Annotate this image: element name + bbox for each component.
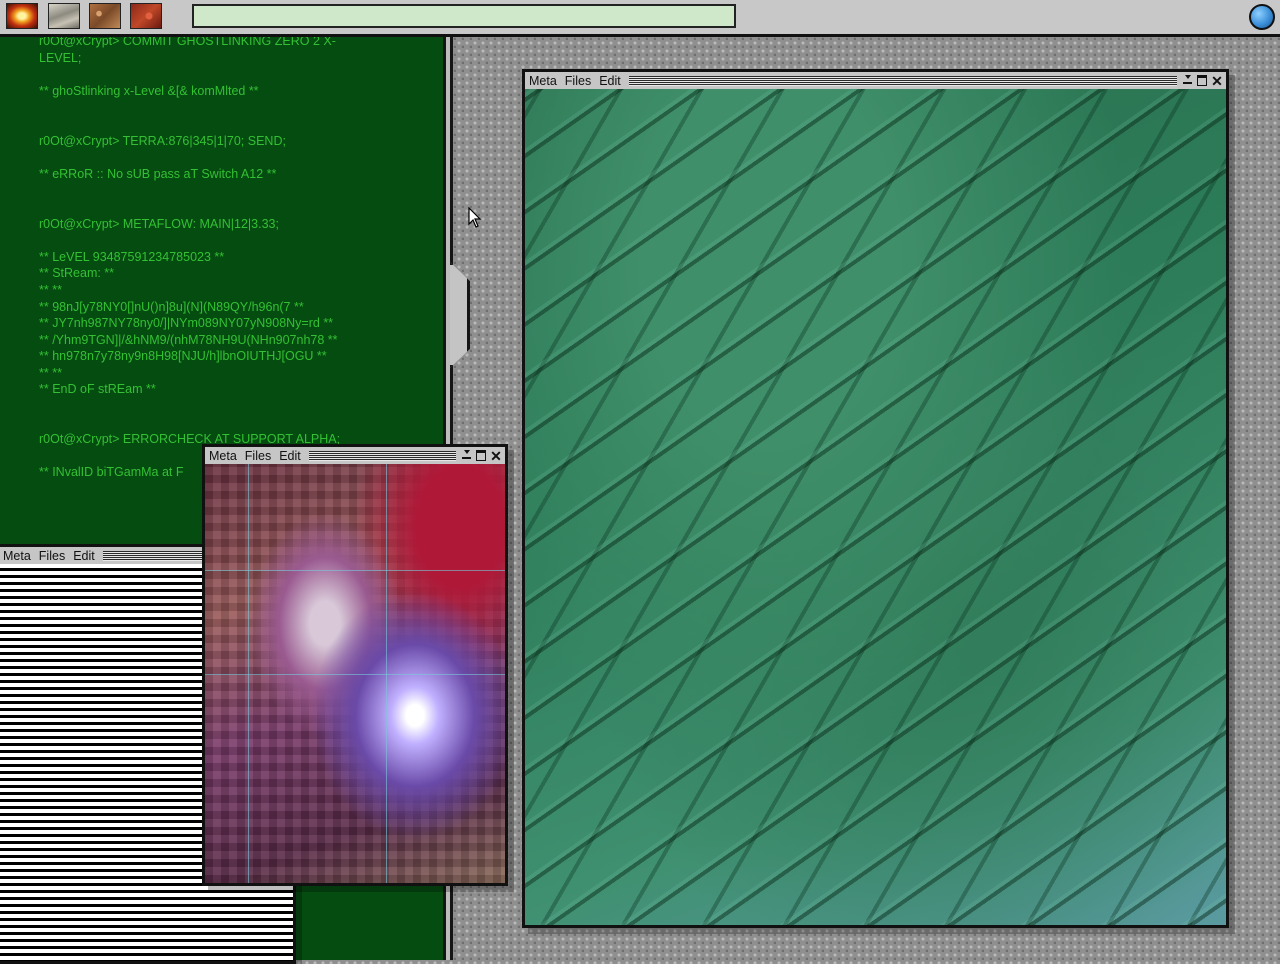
menu-meta[interactable]: Meta	[0, 549, 35, 563]
menu-files[interactable]: Files	[561, 74, 595, 88]
top-bar	[0, 0, 1280, 37]
close-icon[interactable]: ✕	[1211, 74, 1223, 88]
globe-icon[interactable]	[1249, 4, 1275, 30]
menu-meta[interactable]: Meta	[205, 449, 241, 463]
menu-files[interactable]: Files	[241, 449, 275, 463]
menu-edit[interactable]: Edit	[275, 449, 305, 463]
menu-edit[interactable]: Edit	[595, 74, 625, 88]
terrain-image	[525, 89, 1226, 925]
titlebar-grip[interactable]	[308, 450, 456, 461]
pixel-image-window: Meta Files Edit ✕	[202, 444, 508, 886]
command-input[interactable]	[192, 4, 736, 28]
rust-image-thumbnail[interactable]	[89, 3, 121, 29]
maximize-icon[interactable]	[1196, 75, 1208, 87]
window-titlebar[interactable]: Meta Files Edit ✕	[205, 447, 505, 464]
panel-drag-handle[interactable]	[450, 262, 470, 368]
lava-image-thumbnail[interactable]	[130, 3, 162, 29]
pixelated-image	[205, 464, 505, 883]
mouse-cursor-icon	[468, 207, 482, 228]
close-icon[interactable]: ✕	[490, 449, 502, 463]
menu-meta[interactable]: Meta	[525, 74, 561, 88]
window-titlebar[interactable]: Meta Files Edit ✕	[525, 72, 1226, 89]
terminal-output: r0Ot@xCrypt> COMMIT GHOSTLINKING ZERO 2 …	[39, 37, 341, 480]
minimize-icon[interactable]	[460, 449, 472, 462]
fire-image-thumbnail[interactable]	[6, 3, 38, 29]
maximize-icon[interactable]	[475, 450, 487, 462]
titlebar-grip[interactable]	[628, 75, 1177, 86]
stone-image-thumbnail[interactable]	[48, 3, 80, 29]
menu-edit[interactable]: Edit	[69, 549, 99, 563]
menu-files[interactable]: Files	[35, 549, 69, 563]
minimize-icon[interactable]	[1181, 74, 1193, 87]
terrain-image-window: Meta Files Edit ✕	[522, 69, 1229, 928]
